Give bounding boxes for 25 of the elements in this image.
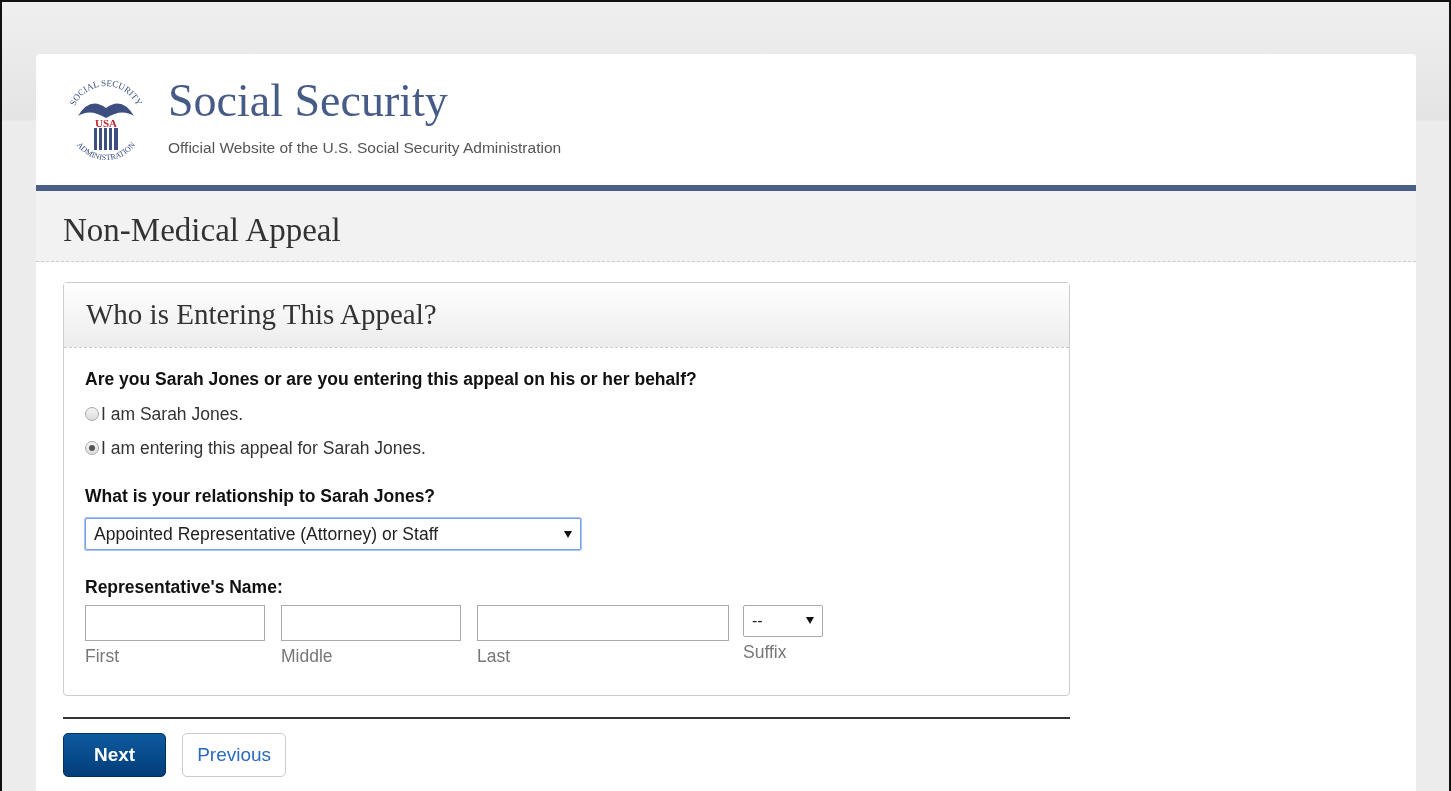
radio-button[interactable] — [85, 406, 99, 421]
usa-label: USA — [95, 117, 117, 129]
next-button[interactable]: Next — [63, 732, 167, 778]
field-caption: Middle — [281, 644, 334, 668]
option-label[interactable]: I am Sarah Jones. — [101, 400, 244, 427]
caret-icon — [564, 530, 572, 538]
suffix-dropdown[interactable]: -- — [743, 604, 823, 637]
page-title: Non-Medical Appeal — [63, 211, 342, 250]
question-label: What is your relationship to Sarah Jones? — [85, 485, 437, 509]
question-label: Are you Sarah Jones or are you entering this appeal on his or her behalf? — [85, 368, 698, 392]
site-subtitle: Official Website of the U.S. Social Security Administration — [168, 138, 562, 158]
site-title: Social Security — [168, 78, 449, 124]
option-label[interactable]: I am entering this appeal for Sarah Jones. — [101, 434, 426, 462]
radio-button[interactable] — [85, 441, 99, 455]
field-caption: Last — [477, 644, 512, 668]
field-label: Representative's Name: — [85, 576, 284, 600]
caret-icon — [806, 617, 814, 625]
previous-button[interactable]: Previous — [182, 732, 287, 778]
text-input[interactable] — [85, 604, 265, 641]
field-caption: First — [85, 644, 121, 668]
field-caption: Suffix — [743, 640, 788, 664]
text-input[interactable] — [281, 604, 461, 641]
text-input[interactable] — [477, 604, 729, 641]
relationship-dropdown[interactable]: Appointed Representative (Attorney) or Staff — [85, 518, 581, 551]
panel-title: Who is Entering This Appeal? — [86, 296, 438, 332]
